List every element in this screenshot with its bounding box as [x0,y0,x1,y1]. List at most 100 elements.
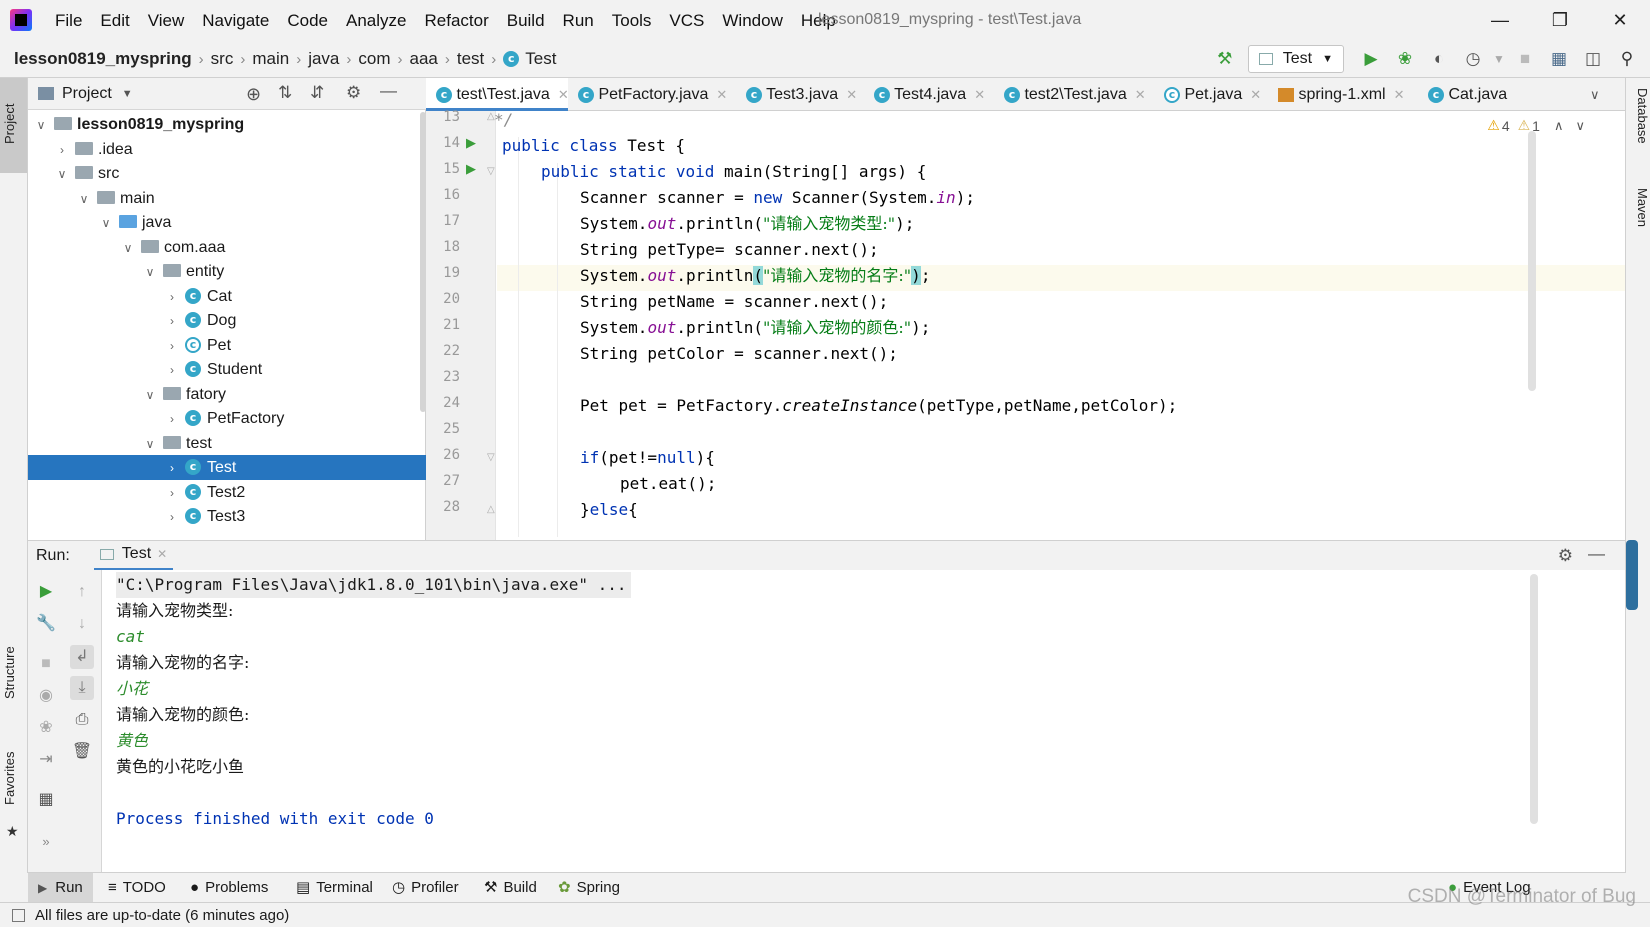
run-configuration-select[interactable]: Test ▼ [1247,45,1344,73]
tab-spring-xml[interactable]: spring-1.xml ✕ [1268,78,1418,111]
toggle-tool-windows-icon[interactable] [12,908,25,922]
menu-refactor[interactable]: Refactor [415,0,497,40]
chevron-right-icon[interactable]: › [165,334,179,359]
breadcrumb-src[interactable]: src [211,49,234,69]
menu-run[interactable]: Run [554,0,603,40]
menu-build[interactable]: Build [498,0,554,40]
menu-vcs[interactable]: VCS [660,0,713,40]
project-structure-icon[interactable]: ▦ [1544,44,1574,74]
close-window-icon[interactable]: ✕ [1590,0,1650,40]
coverage-icon[interactable]: ◐ [1424,44,1454,74]
tab-pet-java[interactable]: c Pet.java ✕ [1154,78,1268,111]
editor-scrollbar[interactable] [1528,131,1536,391]
scroll-indicator[interactable] [1626,540,1638,610]
down-arrow-icon[interactable]: ↓ [70,612,94,636]
tree-item-com-aaa[interactable]: ∨ com.aaa [28,235,426,260]
tool-tab-todo[interactable]: ≡ TODO [108,873,166,903]
menu-navigate[interactable]: Navigate [193,0,278,40]
chevron-down-icon[interactable]: ∨ [143,432,157,457]
menu-code[interactable]: Code [278,0,337,40]
chevron-down-icon[interactable]: ∨ [121,236,135,261]
restore-icon[interactable]: ❐ [1530,0,1590,40]
tab-test3-java[interactable]: c Test3.java ✕ [736,78,864,111]
tree-item-java[interactable]: ∨ java [28,210,426,235]
menu-analyze[interactable]: Analyze [337,0,415,40]
menu-window[interactable]: Window [713,0,791,40]
maven-tool-tab[interactable]: Maven [1628,188,1650,258]
chevron-right-icon[interactable]: › [165,505,179,530]
chevron-right-icon[interactable]: › [165,309,179,334]
close-tab-icon[interactable]: ✕ [1250,87,1261,102]
tab-test2-test-java[interactable]: c test2\Test.java ✕ [994,78,1154,111]
tree-item-project-root[interactable]: ∨ lesson0819_myspring [28,112,426,137]
code-editor[interactable]: 13 14 15 16 17 18 19 20 21 22 23 24 25 2… [426,109,1625,540]
tree-item-test3[interactable]: › c Test3 [28,504,426,529]
previous-highlight-icon[interactable]: ∧ [1554,118,1564,134]
close-tab-icon[interactable]: ✕ [716,87,727,102]
close-tab-icon[interactable]: ✕ [1135,87,1146,102]
tree-item-idea[interactable]: › .idea [28,137,426,162]
chevron-down-icon[interactable]: ∨ [77,187,91,212]
project-tool-tab[interactable]: Project [2,84,26,164]
run-icon[interactable]: ▶ [1356,44,1386,74]
hide-panel-icon[interactable]: — [380,81,397,101]
next-highlight-icon[interactable]: ∨ [1575,118,1585,134]
close-tab-icon[interactable]: ✕ [1394,87,1405,102]
project-panel-title[interactable]: Project [62,85,112,103]
tree-item-main[interactable]: ∨ main [28,186,426,211]
breadcrumb-com[interactable]: com [358,49,390,69]
wrench-icon[interactable]: 🔧 [34,612,58,636]
more-icon[interactable]: » [34,830,58,854]
chevron-down-icon[interactable]: ∨ [55,162,69,187]
run-gutter-icon[interactable]: ▶ [466,161,476,177]
run-console[interactable]: "C:\Program Files\Java\jdk1.8.0_101\bin\… [102,570,1625,872]
camera-icon[interactable]: ◉ [34,684,58,708]
chevron-down-icon[interactable]: ∨ [34,113,48,138]
chevron-right-icon[interactable]: › [165,481,179,506]
close-tab-icon[interactable]: ✕ [846,87,857,102]
breadcrumb-test[interactable]: test [457,49,484,69]
tree-item-cat[interactable]: › c Cat [28,284,426,309]
tab-cat-java[interactable]: c Cat.java [1418,78,1528,111]
gear-icon[interactable]: ⚙ [1558,546,1573,566]
run-tab-test[interactable]: Test ✕ [93,541,174,571]
fold-icon[interactable]: ▽ [487,166,495,177]
chevron-down-icon[interactable]: ∨ [143,260,157,285]
minimize-icon[interactable]: — [1470,0,1530,40]
scroll-to-end-icon[interactable]: ⤓ [70,676,94,700]
exit-icon[interactable]: ⇥ [34,748,58,772]
breadcrumb-project[interactable]: lesson0819_myspring [14,49,192,69]
build-hammer-icon[interactable]: ⚒ [1210,44,1240,74]
breadcrumb-aaa[interactable]: aaa [410,49,438,69]
structure-tool-tab[interactable]: Structure [2,633,26,713]
database-tool-tab[interactable]: Database [1628,88,1650,176]
tab-list-chevron-icon[interactable]: ∨ [1586,78,1616,111]
tree-item-petfactory[interactable]: › c PetFactory [28,406,426,431]
expand-all-icon[interactable]: ⇅ [278,83,292,103]
profile-icon[interactable]: ◷ [1458,44,1488,74]
tree-item-pet[interactable]: › c Pet [28,333,426,358]
tree-item-test-package[interactable]: ∨ test [28,431,426,456]
layout-icon[interactable]: ▦ [34,788,58,812]
gear-icon[interactable]: ⚙ [346,83,361,103]
console-scrollbar[interactable] [1530,574,1538,824]
chevron-right-icon[interactable]: › [165,456,179,481]
soft-wrap-icon[interactable]: ↲ [70,645,94,669]
print-icon[interactable]: ⎙ [70,708,94,732]
tree-item-test2[interactable]: › c Test2 [28,480,426,505]
tool-tab-profiler[interactable]: ◷ Profiler [392,873,459,903]
chevron-right-icon[interactable]: › [165,358,179,383]
tree-item-test-selected[interactable]: › c Test [28,455,426,480]
close-tab-icon[interactable]: ✕ [974,87,985,102]
hide-panel-icon[interactable]: — [1588,544,1605,564]
trash-icon[interactable]: 🗑 [70,740,94,764]
stop-icon[interactable]: ■ [34,652,58,676]
rerun-icon[interactable]: ▶ [34,580,58,604]
more-run-icon[interactable]: ▼ [1492,44,1506,74]
tool-tab-run[interactable]: ▶ Run [28,873,93,903]
tab-test4-java[interactable]: c Test4.java ✕ [864,78,994,111]
tree-item-student[interactable]: › c Student [28,357,426,382]
menu-view[interactable]: View [139,0,194,40]
fold-icon[interactable]: △ [487,504,495,515]
menu-file[interactable]: File [46,0,91,40]
